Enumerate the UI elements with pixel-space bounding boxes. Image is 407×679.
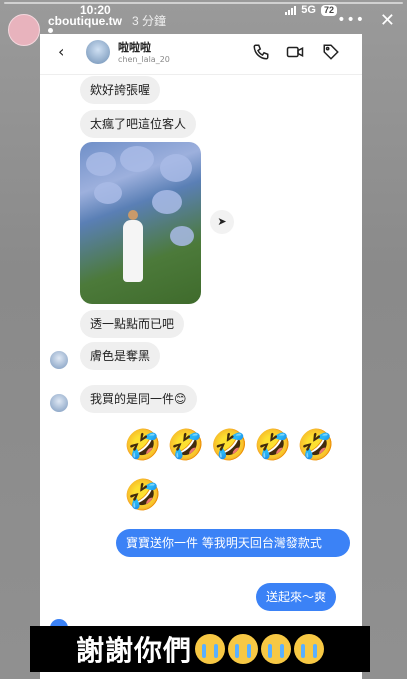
close-icon[interactable]: ✕	[380, 10, 395, 31]
contact-name: 啦啦啦	[118, 41, 151, 54]
phone-icon[interactable]	[252, 43, 270, 61]
emoji-reaction-row: 🤣🤣🤣🤣🤣	[124, 428, 341, 463]
outgoing-message-bubble: 寶寶送你一件 等我明天回台灣發款式	[116, 529, 350, 557]
status-indicators: 5G 72	[285, 4, 337, 16]
chat-screenshot: ‹ 啦啦啦 chen_lala_20 欸好誇張喔 太瘋了吧這位客人 ➤ 透一點點…	[40, 34, 362, 679]
cry-emoji-icon	[195, 634, 225, 664]
more-options-icon[interactable]: •••	[337, 12, 365, 28]
story-avatar[interactable]	[8, 14, 40, 46]
message-bubble: 我買的是同一件😊	[80, 385, 197, 413]
chat-header: ‹ 啦啦啦 chen_lala_20	[40, 34, 362, 75]
cry-emoji-icon	[228, 634, 258, 664]
back-arrow-icon[interactable]: ‹	[58, 42, 64, 61]
story-frame: 10:20 5G 72 cboutique.tw 3 分鐘 ••• ✕ ‹ 啦啦啦…	[0, 0, 407, 679]
story-caption: 謝謝你們	[30, 626, 370, 672]
cry-emoji-icon	[294, 634, 324, 664]
story-progress-bar	[4, 2, 403, 4]
message-bubble: 透一點點而已吧	[80, 310, 185, 338]
story-username[interactable]: cboutique.tw 3 分鐘	[48, 12, 166, 29]
message-bubble: 太瘋了吧這位客人	[80, 110, 197, 138]
message-bubble: 欸好誇張喔	[80, 76, 161, 104]
tag-icon[interactable]	[322, 43, 340, 61]
share-arrow-icon[interactable]: ➤	[210, 210, 234, 234]
story-time-ago: 3 分鐘	[132, 14, 167, 28]
video-icon[interactable]	[286, 43, 304, 61]
person-in-photo	[120, 210, 146, 290]
contact-handle: chen_lala_20	[118, 55, 170, 64]
network-label: 5G	[301, 4, 316, 16]
contact-avatar[interactable]	[86, 40, 110, 64]
emoji-reaction-row: 🤣	[124, 478, 168, 513]
battery-icon: 72	[320, 4, 337, 16]
dot-icon	[48, 28, 53, 33]
cry-emoji-icon	[261, 634, 291, 664]
shared-photo[interactable]	[80, 142, 201, 304]
contact-mini-avatar	[50, 394, 68, 412]
story-subtitle	[48, 28, 57, 33]
message-bubble: 膚色是奪黑	[80, 342, 161, 370]
outgoing-message-bubble: 送起來～爽	[256, 583, 337, 611]
signal-icon	[285, 5, 297, 15]
contact-mini-avatar	[50, 351, 68, 369]
